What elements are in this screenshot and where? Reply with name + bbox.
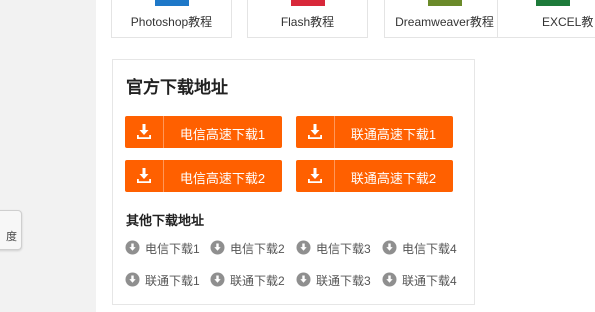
unicom-download-button-2[interactable]: 联通高速下载2 xyxy=(296,160,453,192)
button-label: 联通高速下载1 xyxy=(350,127,437,142)
tutorial-card-photoshop[interactable]: Photoshop教程 xyxy=(111,0,232,38)
download-circle-icon xyxy=(125,240,140,255)
side-tab-label: 度 xyxy=(6,231,17,243)
left-sidebar-strip xyxy=(0,0,96,312)
telecom-download-button-1[interactable]: 电信高速下载1 xyxy=(125,116,282,148)
other-downloads-title: 其他下载地址 xyxy=(126,213,205,228)
tutorial-card-flash[interactable]: Flash教程 xyxy=(247,0,368,38)
download-icon xyxy=(125,116,164,148)
download-icon xyxy=(296,116,335,148)
telecom-download-button-2[interactable]: 电信高速下载2 xyxy=(125,160,282,192)
download-circle-icon xyxy=(210,240,225,255)
download-icon xyxy=(296,160,335,192)
button-label: 电信高速下载2 xyxy=(179,171,266,186)
download-circle-icon xyxy=(296,272,311,287)
side-float-tab[interactable]: 度 xyxy=(0,210,22,250)
download-circle-icon xyxy=(125,272,140,287)
unicom-download-button-1[interactable]: 联通高速下载1 xyxy=(296,116,453,148)
download-panel: 官方下载地址 电信高速下载1 联通高速下载1 电信高速下载2 联通高速下载2 其… xyxy=(112,59,475,305)
photoshop-thumbnail xyxy=(154,0,189,6)
button-label: 电信高速下载1 xyxy=(179,127,266,142)
button-label: 联通高速下载2 xyxy=(350,171,437,186)
download-icon xyxy=(125,160,164,192)
download-title: 官方下载地址 xyxy=(126,78,228,97)
tutorial-cards: Photoshop教程 Flash教程 Dreamweaver教程 EXCEL教 xyxy=(111,0,595,38)
download-circle-icon xyxy=(382,240,397,255)
download-circle-icon xyxy=(382,272,397,287)
tutorial-card-excel[interactable]: EXCEL教 xyxy=(497,0,595,38)
download-circle-icon xyxy=(210,272,225,287)
tutorial-card-dreamweaver[interactable]: Dreamweaver教程 xyxy=(384,0,505,38)
tutorial-card-label: EXCEL教 xyxy=(542,15,594,29)
excel-thumbnail xyxy=(536,0,570,6)
tutorial-card-label: Dreamweaver教程 xyxy=(395,15,494,29)
flash-thumbnail xyxy=(290,0,325,6)
tutorial-card-label: Photoshop教程 xyxy=(130,15,213,29)
tutorial-card-label: Flash教程 xyxy=(280,15,335,29)
dreamweaver-thumbnail xyxy=(427,0,462,6)
download-circle-icon xyxy=(296,240,311,255)
